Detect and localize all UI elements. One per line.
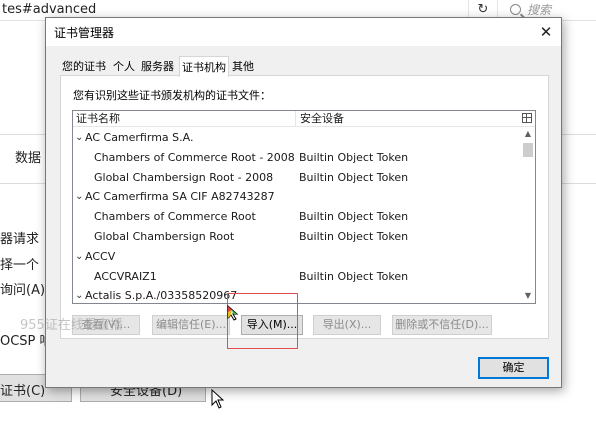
chevron-down-icon[interactable]: ⌄ xyxy=(75,286,83,303)
column-header-device[interactable]: 安全设备 xyxy=(300,111,344,126)
security-device: Builtin Object Token xyxy=(299,170,409,184)
bg-section-label: 数据 xyxy=(15,151,42,166)
security-device: Builtin Object Token xyxy=(299,150,409,164)
chevron-down-icon[interactable]: ⌄ xyxy=(75,128,83,148)
bg-radio-label[interactable]: 询问(A) xyxy=(0,279,45,298)
certificate-name: Global Chambersign Root xyxy=(94,229,235,243)
chevron-down-icon[interactable]: ⌄ xyxy=(75,187,83,207)
watermark-text: 955证在线看直播 xyxy=(20,318,123,333)
column-separator[interactable] xyxy=(295,111,296,126)
dialog-titlebar[interactable]: 证书管理器 ✕ xyxy=(46,18,561,46)
tree-group-row[interactable]: ⌄ ACCV xyxy=(73,247,521,267)
export-button[interactable]: 导出(X)... xyxy=(313,315,381,335)
tree-item-row[interactable]: Global Chambersign Root - 2008 Builtin O… xyxy=(73,168,521,188)
bg-certificates-label: 证书(C) xyxy=(0,384,46,399)
group-name: ACCV xyxy=(85,249,116,263)
security-device: Builtin Object Token xyxy=(299,269,409,283)
vertical-scrollbar[interactable]: ▲ ▼ xyxy=(521,127,535,303)
tab-panel: 您有识别这些证书颁发机构的证书文件： 证书名称 安全设备 ⌄ AC Camerf… xyxy=(60,75,549,339)
tree-item-row[interactable]: Chambers of Commerce Root - 2008 Builtin… xyxy=(73,148,521,168)
tree-item-row[interactable]: ACCVRAIZ1 Builtin Object Token xyxy=(73,267,521,287)
search-placeholder: 搜索 xyxy=(527,3,552,17)
bg-text-fragment: 择一个 xyxy=(0,258,40,273)
group-name: AC Camerfirma SA CIF A82743287 xyxy=(85,190,275,204)
scroll-down-icon[interactable]: ▼ xyxy=(521,289,535,303)
certificate-name: ACCVRAIZ1 xyxy=(94,269,157,283)
bg-text-fragment: 器请求 xyxy=(0,232,40,247)
url-text[interactable]: tes#advanced xyxy=(2,2,96,17)
highlight-rectangle xyxy=(227,293,298,349)
column-picker-icon[interactable] xyxy=(522,113,532,123)
group-name: Actalis S.p.A./03358520967 xyxy=(85,289,238,303)
dialog-title: 证书管理器 xyxy=(54,26,115,40)
scroll-thumb[interactable] xyxy=(523,143,533,157)
panel-description: 您有识别这些证书颁发机构的证书文件： xyxy=(73,89,271,102)
tree-item-row[interactable]: Global Chambersign Root Builtin Object T… xyxy=(73,227,521,247)
security-device: Builtin Object Token xyxy=(299,229,409,243)
delete-or-distrust-button[interactable]: 删除或不信任(D)... xyxy=(392,315,492,335)
column-header-name[interactable]: 证书名称 xyxy=(76,111,120,126)
list-header: 证书名称 安全设备 xyxy=(73,111,535,127)
tree-item-row[interactable]: Chambers of Commerce Root Builtin Object… xyxy=(73,207,521,227)
security-device: Builtin Object Token xyxy=(299,210,409,224)
close-icon[interactable]: ✕ xyxy=(531,18,561,46)
ok-button[interactable]: 确定 xyxy=(478,357,549,379)
certificate-name: Global Chambersign Root - 2008 xyxy=(94,170,274,184)
cursor-icon xyxy=(227,305,239,321)
tree-group-row[interactable]: ⌄ AC Camerfirma SA CIF A82743287 xyxy=(73,187,521,207)
tab-authorities[interactable]: 证书机构 xyxy=(179,56,229,77)
tree-rows: ⌄ AC Camerfirma S.A. Chambers of Commerc… xyxy=(73,128,521,303)
scroll-up-icon[interactable]: ▲ xyxy=(521,127,535,141)
chevron-down-icon[interactable]: ⌄ xyxy=(75,247,83,267)
search-icon xyxy=(510,4,521,15)
tree-group-row[interactable]: ⌄ AC Camerfirma S.A. xyxy=(73,128,521,148)
certificate-name: Chambers of Commerce Root - 2008 xyxy=(94,150,295,164)
edit-trust-button[interactable]: 编辑信任(E)... xyxy=(152,315,230,335)
mouse-pointer-icon xyxy=(211,389,224,409)
certificate-name: Chambers of Commerce Root xyxy=(94,210,256,224)
certificate-tree[interactable]: 证书名称 安全设备 ⌄ AC Camerfirma S.A. Chambers … xyxy=(72,110,536,304)
group-name: AC Camerfirma S.A. xyxy=(85,131,194,144)
